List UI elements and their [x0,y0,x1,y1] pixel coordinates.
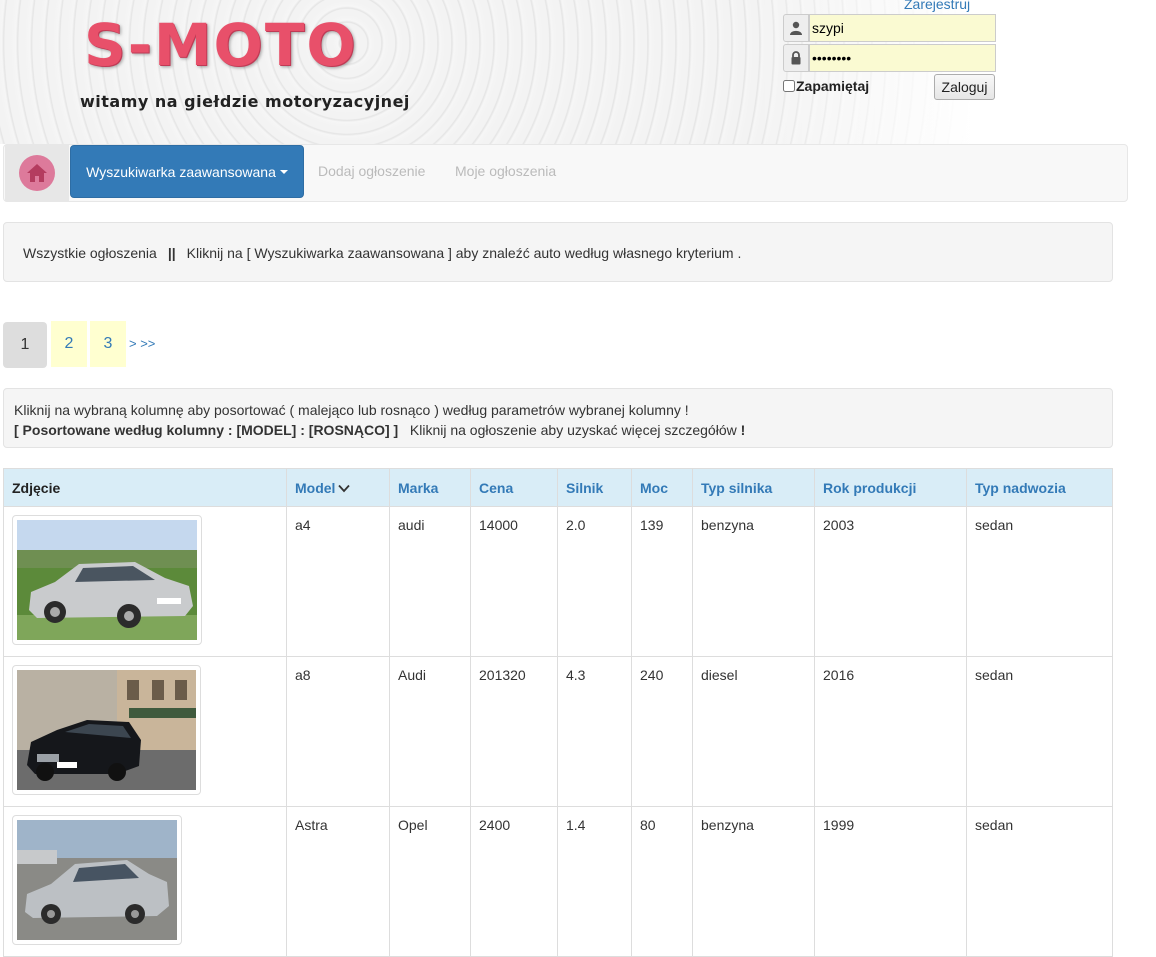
logo-subtitle: witamy na giełdzie motoryzacyjnej [80,92,410,111]
cell-engine: 1.4 [557,806,632,957]
col-model[interactable]: Model [286,468,390,507]
cell-year: 2016 [814,656,967,807]
table-header-row: Zdjęcie Model Marka Cena Silnik Moc Typ … [3,468,1113,507]
car-photo-image [17,520,197,640]
cell-year: 2003 [814,506,967,657]
main-navbar: Wyszukiwarka zaawansowana Dodaj ogłoszen… [3,144,1128,202]
cell-power: 139 [631,506,693,657]
login-button[interactable]: Zaloguj [934,74,995,100]
separator: || [167,245,176,261]
nav-add-ad[interactable]: Dodaj ogłoszenie [318,145,425,198]
cell-price: 14000 [470,506,558,657]
col-power[interactable]: Moc [631,468,693,507]
car-photo-image [17,670,196,790]
page-current[interactable]: 1 [3,322,47,368]
col-model-label: Model [295,479,336,496]
col-price[interactable]: Cena [470,468,558,507]
page-3[interactable]: 3 [90,321,126,367]
cell-power: 80 [631,806,693,957]
cell-fuel: benzyna [692,806,815,957]
cell-model: a4 [286,506,390,657]
cell-brand: Opel [389,806,471,957]
register-link[interactable]: Zarejestruj [904,0,970,12]
col-year[interactable]: Rok produkcji [814,468,967,507]
car-thumbnail[interactable] [12,815,182,945]
home-icon [19,155,55,191]
cell-model: Astra [286,806,390,957]
search-hint: Kliknij na [ Wyszukiwarka zaawansowana ]… [186,245,742,261]
car-thumbnail[interactable] [12,665,201,795]
cell-engine: 4.3 [557,656,632,807]
click-ad-hint-end: ! [740,422,746,438]
username-input[interactable] [809,14,996,42]
remember-me[interactable]: Zapamiętaj [783,78,869,94]
col-fuel-type[interactable]: Typ silnika [692,468,815,507]
password-group [783,44,996,72]
password-input[interactable] [809,44,996,72]
cell-year: 1999 [814,806,967,957]
username-group [783,14,996,42]
cell-fuel: diesel [692,656,815,807]
advanced-search-label: Wyszukiwarka zaawansowana [86,163,276,180]
all-ads-label[interactable]: Wszystkie ogłoszenia [23,245,157,261]
click-ad-hint: Kliknij na ogłoszenie aby uzyskać więcej… [409,422,737,438]
col-brand[interactable]: Marka [389,468,471,507]
cell-price: 201320 [470,656,558,807]
sort-instructions: Kliknij na wybraną kolumnę aby posortowa… [14,402,689,418]
user-icon [783,14,809,42]
table-row[interactable]: a4 audi 14000 2.0 139 benzyna 2003 sedan [3,506,1113,657]
remember-label: Zapamiętaj [796,78,870,94]
info-well: Wszystkie ogłoszenia || Kliknij na [ Wyszu… [3,222,1113,282]
cell-brand: audi [389,506,471,657]
table-row[interactable]: a8 Audi 201320 4.3 240 diesel 2016 sedan [3,656,1113,807]
cell-body: sedan [966,656,1113,807]
cars-table: Zdjęcie Model Marka Cena Silnik Moc Typ … [3,468,1113,957]
cell-fuel: benzyna [692,506,815,657]
col-engine[interactable]: Silnik [557,468,632,507]
cell-body: sedan [966,806,1113,957]
cell-brand: Audi [389,656,471,807]
chevron-down-icon [338,485,351,493]
cell-body: sedan [966,506,1113,657]
cell-model: a8 [286,656,390,807]
sort-info: Kliknij na wybraną kolumnę aby posortowa… [3,388,1113,448]
car-photo-cell[interactable] [3,506,287,657]
car-photo-cell[interactable] [3,806,287,957]
col-photo: Zdjęcie [3,468,287,507]
car-photo-cell[interactable] [3,656,287,807]
lock-icon [783,44,809,72]
table-row[interactable]: Astra Opel 2400 1.4 80 benzyna 1999 seda… [3,806,1113,957]
cell-power: 240 [631,656,693,807]
remember-checkbox[interactable] [783,80,795,92]
caret-down-icon [279,169,288,174]
sort-status: [ Posortowane według kolumny : [MODEL] :… [14,422,399,438]
page-next-link[interactable]: > >> [129,336,155,351]
home-button[interactable] [5,145,69,201]
car-thumbnail[interactable] [12,515,202,645]
advanced-search-dropdown[interactable]: Wyszukiwarka zaawansowana [70,145,304,198]
nav-my-ads[interactable]: Moje ogłoszenia [455,145,556,198]
page-2[interactable]: 2 [51,321,87,367]
cell-price: 2400 [470,806,558,957]
car-photo-image [17,820,177,940]
cell-engine: 2.0 [557,506,632,657]
logo-title[interactable]: S-MOTO [84,16,358,74]
col-body-type[interactable]: Typ nadwozia [966,468,1113,507]
